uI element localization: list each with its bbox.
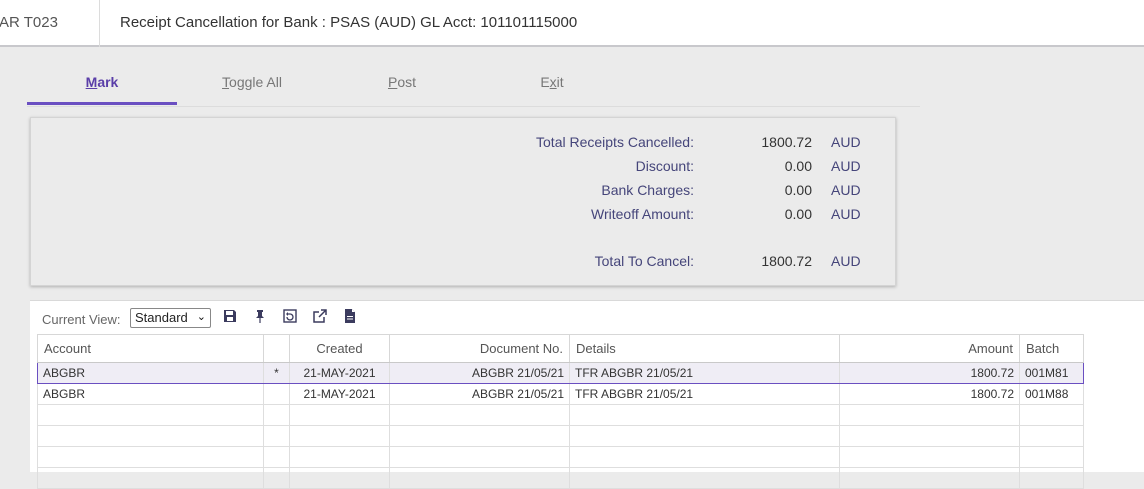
pin-icon[interactable] — [252, 308, 268, 324]
summary-label: Bank Charges: — [601, 182, 694, 198]
cell-document-no: ABGBR 21/05/21 — [389, 383, 570, 405]
column-header-mark[interactable] — [263, 334, 290, 363]
tab-post[interactable]: Post — [327, 66, 477, 106]
cell-document-no: ABGBR 21/05/21 — [389, 362, 570, 384]
action-tabs: Mark Toggle All Post Exit — [27, 66, 920, 107]
cell-created: 21-MAY-2021 — [289, 383, 390, 405]
summary-currency: AUD — [831, 253, 861, 269]
top-bar: AR T023 Receipt Cancellation for Bank : … — [0, 0, 1144, 47]
column-header-document-no[interactable]: Document No. — [389, 334, 570, 363]
cell-created: 21-MAY-2021 — [289, 362, 390, 384]
column-header-details[interactable]: Details — [569, 334, 840, 363]
cell-details: TFR ABGBR 21/05/21 — [569, 383, 840, 405]
tab-exit-hotkey: x — [549, 74, 557, 90]
current-view-select[interactable]: Standard ⌄ — [130, 308, 211, 328]
summary-panel: Total Receipts Cancelled: 1800.72 AUD Di… — [30, 117, 896, 286]
cell-amount: 1800.72 — [839, 362, 1020, 384]
summary-label: Writeoff Amount: — [591, 206, 694, 222]
summary-currency: AUD — [831, 206, 861, 222]
summary-value: 1800.72 — [761, 253, 812, 269]
summary-value: 0.00 — [784, 182, 812, 198]
page-title: Receipt Cancellation for Bank : PSAS (AU… — [120, 14, 578, 31]
empty-table-row — [37, 446, 1084, 468]
summary-value: 1800.72 — [761, 134, 812, 150]
tab-mark-hotkey: M — [85, 74, 98, 90]
empty-table-row — [37, 467, 1084, 489]
summary-row-writeoff: Writeoff Amount: 0.00 AUD — [31, 206, 897, 226]
summary-currency: AUD — [831, 182, 861, 198]
restore-icon[interactable] — [282, 308, 298, 324]
tab-post-text: ost — [397, 74, 417, 90]
summary-row-bank-charges: Bank Charges: 0.00 AUD — [31, 182, 897, 202]
cell-batch: 001M81 — [1019, 362, 1084, 384]
tab-mark[interactable]: Mark — [27, 66, 177, 106]
document-icon[interactable] — [342, 308, 358, 324]
tab-toggle-all[interactable]: Toggle All — [177, 66, 327, 106]
tab-exit-text: it — [556, 74, 564, 90]
save-icon[interactable] — [222, 308, 238, 324]
table-row[interactable]: ABGBR * 21-MAY-2021 ABGBR 21/05/21 TFR A… — [37, 362, 1084, 384]
tab-mark-text: ark — [97, 74, 119, 90]
cell-amount: 1800.72 — [839, 383, 1020, 405]
cell-mark: * — [263, 362, 290, 384]
tab-toggle-all-text: oggle All — [229, 74, 282, 90]
grid-toolbar: Current View: Standard ⌄ — [30, 301, 1144, 334]
summary-currency: AUD — [831, 158, 861, 174]
summary-currency: AUD — [831, 134, 861, 150]
cell-batch: 001M88 — [1019, 383, 1084, 405]
cell-details: TFR ABGBR 21/05/21 — [569, 362, 840, 384]
column-header-amount[interactable]: Amount — [839, 334, 1020, 363]
current-view-label: Current View: — [42, 312, 121, 327]
summary-label: Total Receipts Cancelled: — [536, 134, 694, 150]
summary-row-discount: Discount: 0.00 AUD — [31, 158, 897, 178]
empty-table-row — [37, 404, 1084, 426]
column-header-account[interactable]: Account — [37, 334, 264, 363]
empty-table-row — [37, 425, 1084, 447]
summary-value: 0.00 — [784, 206, 812, 222]
summary-row-total-to-cancel: Total To Cancel: 1800.72 AUD — [31, 253, 897, 273]
table-row[interactable]: ABGBR 21-MAY-2021 ABGBR 21/05/21 TFR ABG… — [37, 383, 1084, 405]
column-header-created[interactable]: Created — [289, 334, 390, 363]
column-header-batch[interactable]: Batch — [1019, 334, 1084, 363]
summary-label: Total To Cancel: — [594, 253, 694, 269]
receipts-table: Account Created Document No. Details Amo… — [37, 334, 1084, 489]
program-code: AR T023 — [0, 14, 58, 31]
cell-mark — [263, 383, 290, 405]
summary-label: Discount: — [635, 158, 694, 174]
program-code-cell: AR T023 — [0, 0, 100, 47]
tab-exit-text-pre: E — [540, 74, 550, 90]
summary-value: 0.00 — [784, 158, 812, 174]
active-tab-indicator — [27, 102, 177, 105]
current-view-value: Standard — [135, 310, 188, 325]
summary-row-total-receipts: Total Receipts Cancelled: 1800.72 AUD — [31, 134, 897, 154]
chevron-down-icon: ⌄ — [196, 311, 206, 323]
export-icon[interactable] — [312, 308, 328, 324]
table-header-row: Account Created Document No. Details Amo… — [37, 334, 1084, 363]
receipts-grid-panel: Current View: Standard ⌄ Account Created… — [30, 300, 1144, 489]
tab-exit[interactable]: Exit — [477, 66, 627, 106]
tab-post-hotkey: P — [387, 74, 398, 90]
tab-toggle-all-hotkey: T — [222, 74, 230, 90]
cell-account: ABGBR — [37, 383, 264, 405]
cell-account: ABGBR — [37, 362, 264, 384]
